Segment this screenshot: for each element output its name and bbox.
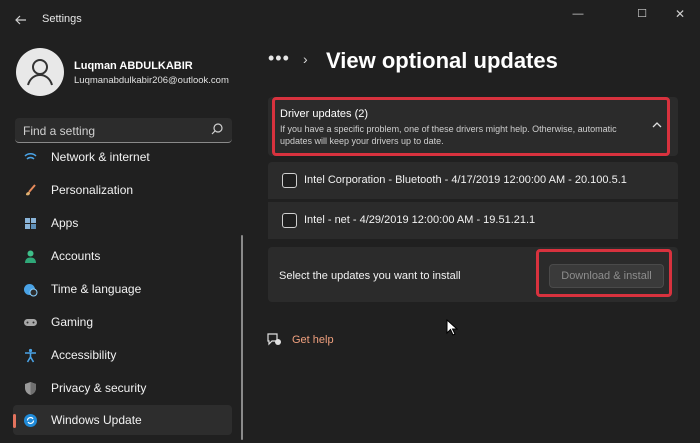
update-checkbox[interactable] [282, 173, 297, 188]
sidebar-scrollbar[interactable] [241, 235, 243, 440]
sidebar-item-label: Apps [51, 216, 79, 230]
mouse-cursor-icon [446, 319, 458, 336]
brush-icon [26, 184, 36, 196]
arrow-left-icon [15, 15, 26, 25]
person-icon [25, 250, 36, 263]
search-icon[interactable] [210, 122, 224, 136]
annotation-highlight-box [272, 97, 670, 156]
sidebar-item-time-language[interactable]: Time & language [13, 274, 232, 304]
sidebar-item-label: Network & internet [51, 150, 150, 164]
apps-icon [25, 218, 36, 229]
sidebar-item-accessibility[interactable]: Accessibility [13, 340, 232, 370]
annotation-highlight-box [536, 249, 672, 297]
globe-clock-icon [24, 284, 38, 297]
user-icon [27, 59, 53, 86]
back-button[interactable] [10, 10, 32, 30]
search-box[interactable] [15, 118, 232, 143]
update-checkbox[interactable] [282, 213, 297, 228]
sync-icon [24, 414, 37, 427]
shield-icon [25, 382, 36, 395]
update-row[interactable]: Intel - net - 4/29/2019 12:00:00 AM - 19… [268, 202, 678, 239]
gamepad-icon [24, 319, 37, 326]
sidebar-item-label: Gaming [51, 315, 94, 329]
sidebar-item-windows-update[interactable]: Windows Update [13, 405, 232, 435]
breadcrumb-overflow-button[interactable]: ••• [268, 48, 290, 69]
user-name: Luqman ABDULKABIR [74, 60, 193, 72]
get-help-link[interactable]: Get help [292, 334, 334, 346]
close-button[interactable]: ✕ [660, 4, 700, 24]
sidebar-item-accounts[interactable]: Accounts [13, 241, 232, 271]
page-title: View optional updates [326, 48, 558, 73]
help-chat-icon[interactable] [266, 332, 282, 346]
sidebar-item-personalization[interactable]: Personalization [13, 175, 232, 205]
install-prompt: Select the updates you want to install [279, 270, 461, 282]
sidebar-item-privacy-security[interactable]: Privacy & security [13, 373, 232, 403]
sidebar-item-label: Accessibility [51, 348, 117, 362]
sidebar-item-label: Privacy & security [51, 381, 147, 395]
sidebar-item-label: Time & language [51, 282, 142, 296]
app-title: Settings [42, 13, 82, 25]
minimize-button[interactable]: — [558, 4, 598, 24]
sidebar-item-gaming[interactable]: Gaming [13, 307, 232, 337]
sidebar-nav: Network & internet Personalization Apps … [13, 150, 235, 443]
title-bar: Settings — ☐ ✕ [0, 0, 700, 40]
accessibility-icon [25, 348, 36, 363]
search-input[interactable] [23, 123, 203, 138]
sidebar-item-label: Windows Update [51, 413, 142, 427]
sidebar-item-apps[interactable]: Apps [13, 208, 232, 238]
network-icon [24, 153, 37, 160]
sidebar-item-label: Personalization [51, 183, 134, 197]
maximize-button[interactable]: ☐ [622, 4, 662, 24]
update-label: Intel Corporation - Bluetooth - 4/17/201… [304, 174, 627, 186]
breadcrumb-separator: › [303, 51, 308, 67]
sidebar-item-network[interactable]: Network & internet [13, 150, 232, 172]
update-label: Intel - net - 4/29/2019 12:00:00 AM - 19… [304, 214, 536, 226]
avatar[interactable] [16, 48, 64, 96]
user-email: Luqmanabdulkabir206@outlook.com [74, 75, 229, 86]
sidebar-item-label: Accounts [51, 249, 101, 263]
update-row[interactable]: Intel Corporation - Bluetooth - 4/17/201… [268, 162, 678, 199]
